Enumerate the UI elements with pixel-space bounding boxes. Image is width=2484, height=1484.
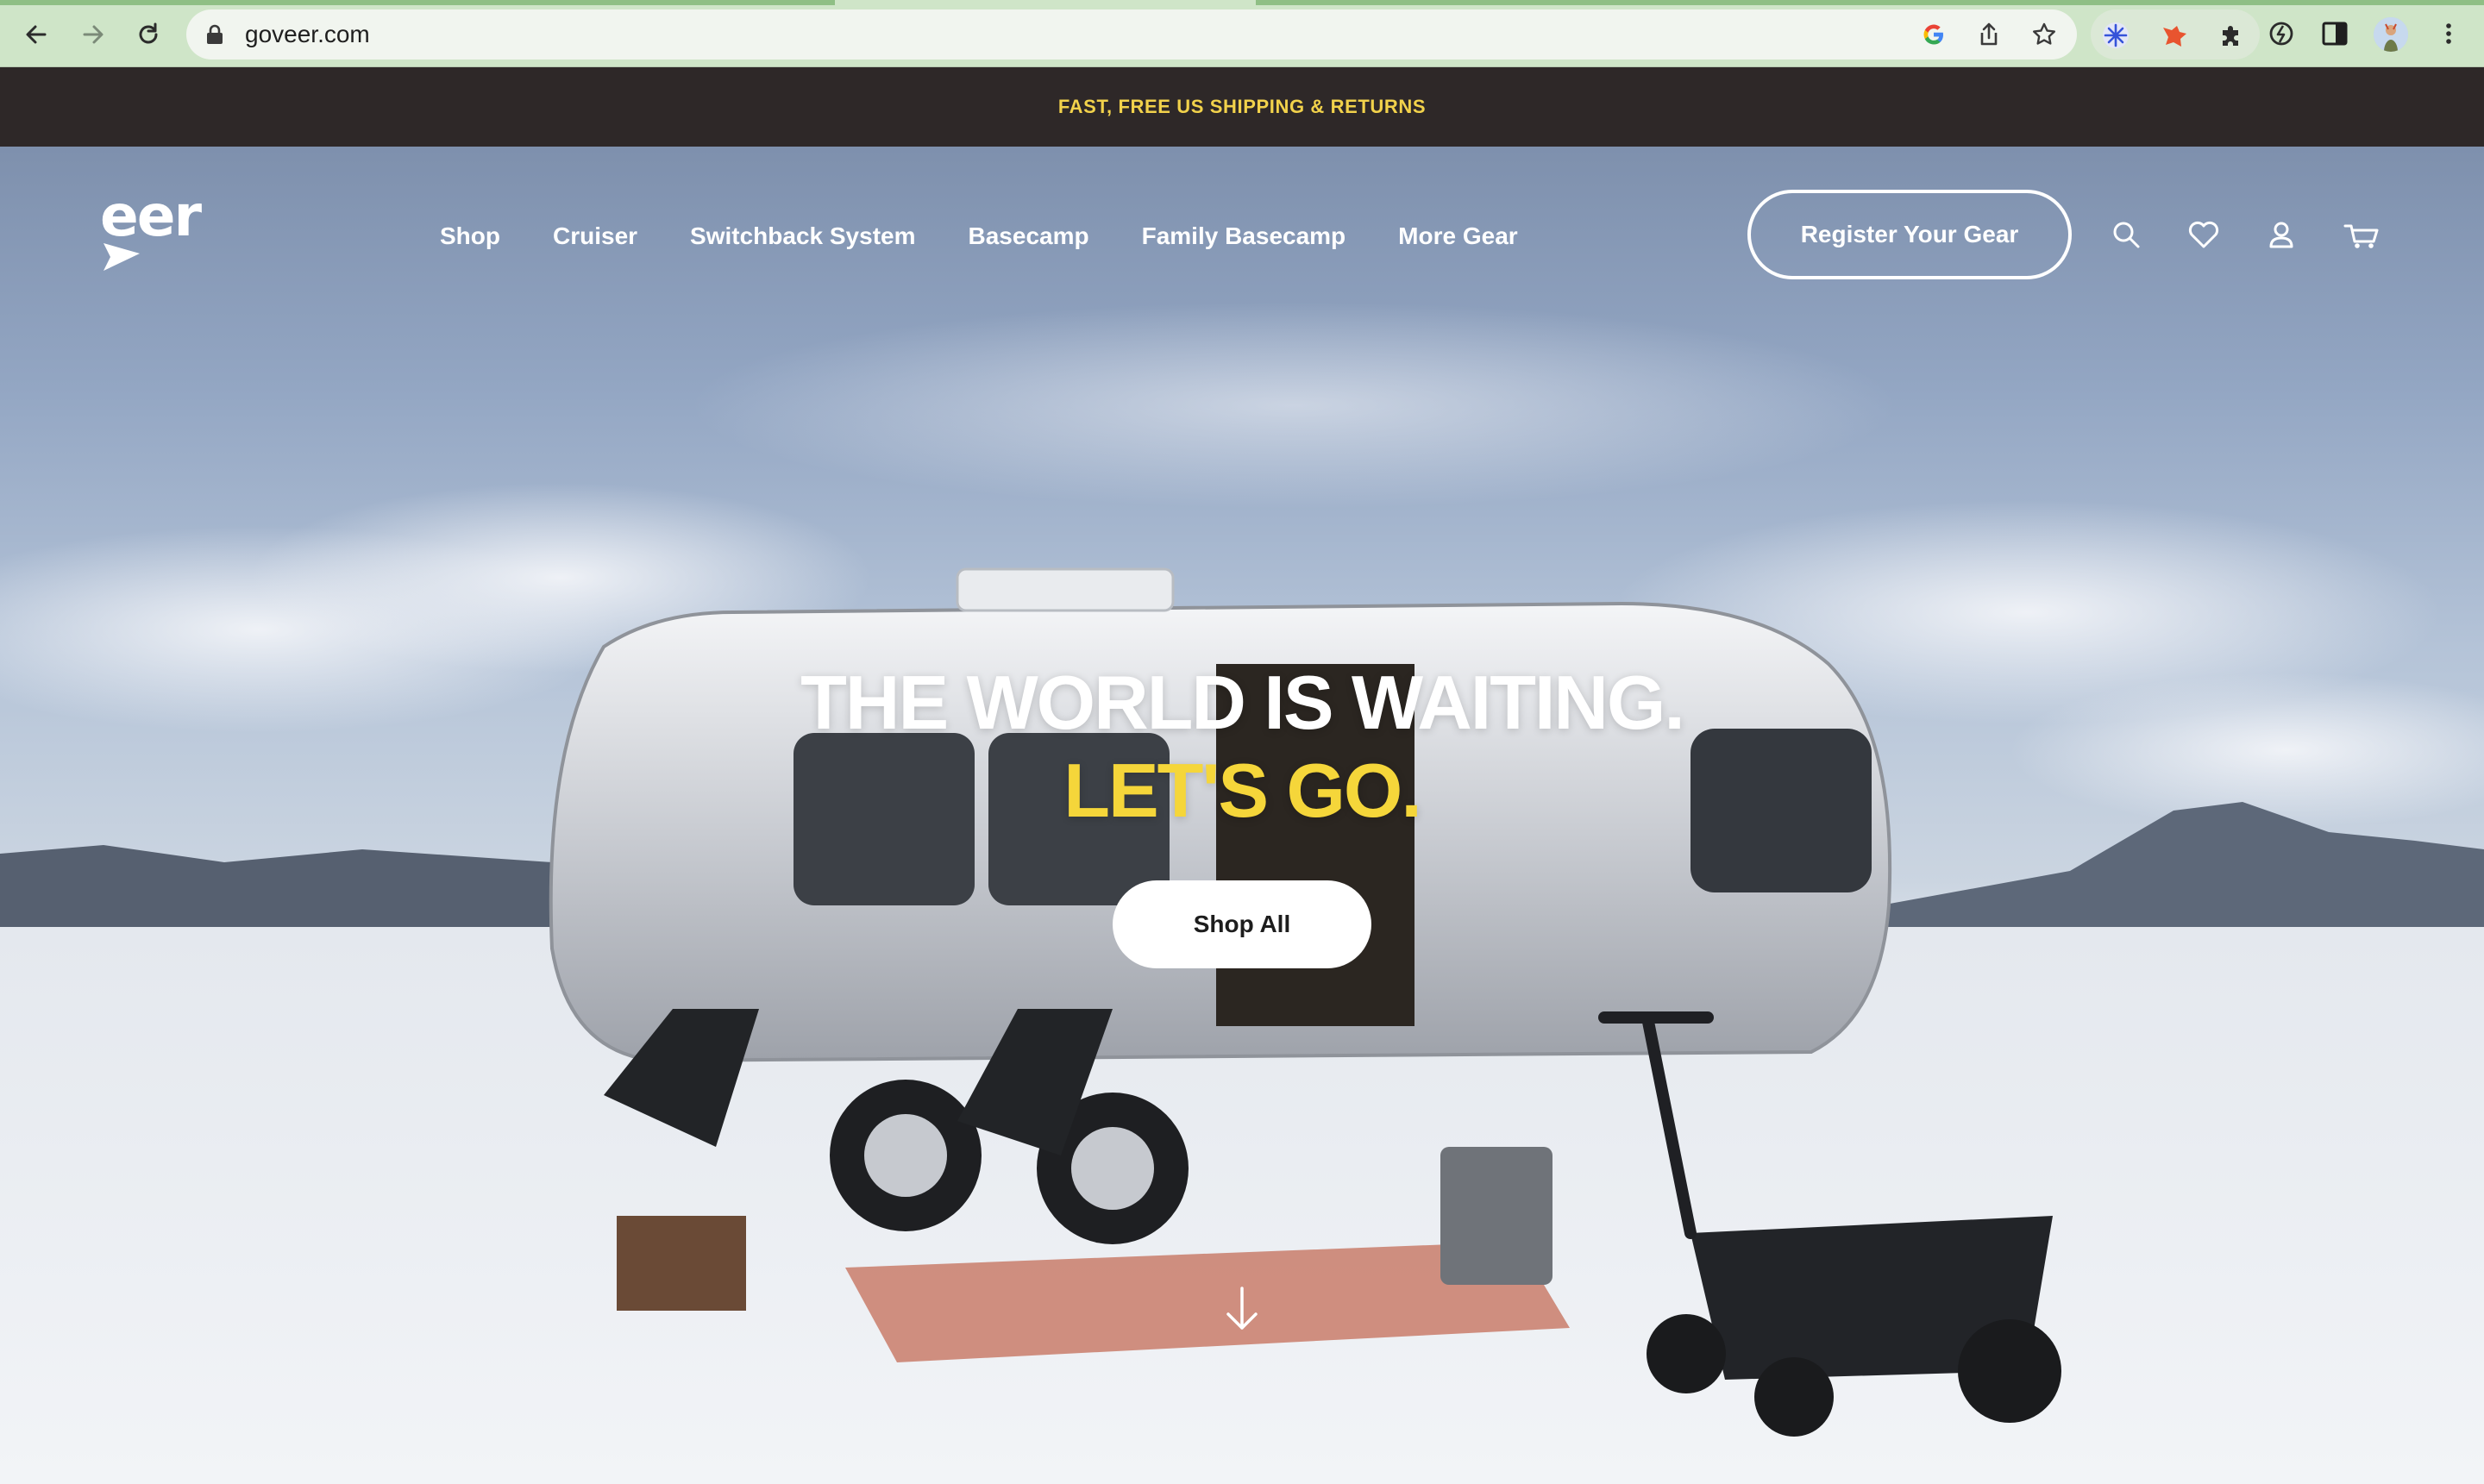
- google-icon[interactable]: [1920, 21, 1948, 48]
- hero-subheadline: LET'S GO.: [1063, 748, 1422, 833]
- down-arrow-icon[interactable]: [1223, 1285, 1261, 1333]
- sidebar-icon[interactable]: [2320, 19, 2349, 48]
- main-navigation: Shop Cruiser Switchback System Basecamp …: [440, 217, 1518, 255]
- shop-all-button[interactable]: Shop All: [1113, 880, 1371, 968]
- site-logo[interactable]: eer: [100, 188, 212, 274]
- nav-item-switchback-system[interactable]: Switchback System: [690, 217, 915, 255]
- puzzle-icon[interactable]: [2217, 21, 2246, 50]
- nav-item-family-basecamp[interactable]: Family Basecamp: [1142, 217, 1346, 255]
- search-icon[interactable]: [2109, 217, 2143, 252]
- cart-icon[interactable]: [2343, 217, 2380, 252]
- tab-strip-indicator: [1256, 0, 2484, 5]
- perplexity-extension-icon[interactable]: [2101, 21, 2130, 50]
- announcement-bar: FAST, FREE US SHIPPING & RETURNS: [0, 67, 2484, 147]
- back-icon: [26, 25, 47, 44]
- account-icon[interactable]: [2264, 217, 2299, 252]
- profile-avatar[interactable]: [2374, 17, 2408, 52]
- reload-button[interactable]: [129, 16, 167, 53]
- tab-strip-indicator: [0, 0, 835, 5]
- nav-item-cruiser[interactable]: Cruiser: [553, 217, 637, 255]
- share-icon[interactable]: [1975, 21, 2003, 48]
- address-bar[interactable]: goveer.com: [186, 9, 2077, 59]
- reload-icon: [139, 22, 158, 44]
- sync-icon[interactable]: [2267, 19, 2296, 48]
- forward-button[interactable]: [74, 16, 112, 53]
- browser-toolbar: goveer.com: [0, 0, 2484, 67]
- register-gear-button[interactable]: Register Your Gear: [1747, 190, 2072, 279]
- hero-headline: THE WORLD IS WAITING.: [800, 660, 1685, 745]
- lock-icon[interactable]: [205, 24, 224, 45]
- nav-item-more-gear[interactable]: More Gear: [1398, 217, 1518, 255]
- logo-wordmark: eer: [100, 183, 202, 249]
- heart-icon[interactable]: [2186, 217, 2221, 252]
- forward-icon: [83, 25, 104, 44]
- logo-chevron-icon: [104, 243, 140, 271]
- hero-section: eer Shop Cruiser Switchback System Basec…: [0, 147, 2484, 1484]
- url-text[interactable]: goveer.com: [245, 21, 370, 48]
- avatar-image: [2374, 17, 2408, 52]
- extensions-group: [2091, 9, 2260, 59]
- back-button[interactable]: [17, 16, 55, 53]
- fox-extension-icon[interactable]: [2160, 21, 2189, 50]
- nav-item-basecamp[interactable]: Basecamp: [969, 217, 1089, 255]
- nav-item-shop[interactable]: Shop: [440, 217, 500, 255]
- announcement-text: FAST, FREE US SHIPPING & RETURNS: [1057, 96, 1427, 117]
- bookmark-star-icon[interactable]: [2030, 21, 2058, 48]
- kebab-menu-icon[interactable]: [2434, 19, 2463, 48]
